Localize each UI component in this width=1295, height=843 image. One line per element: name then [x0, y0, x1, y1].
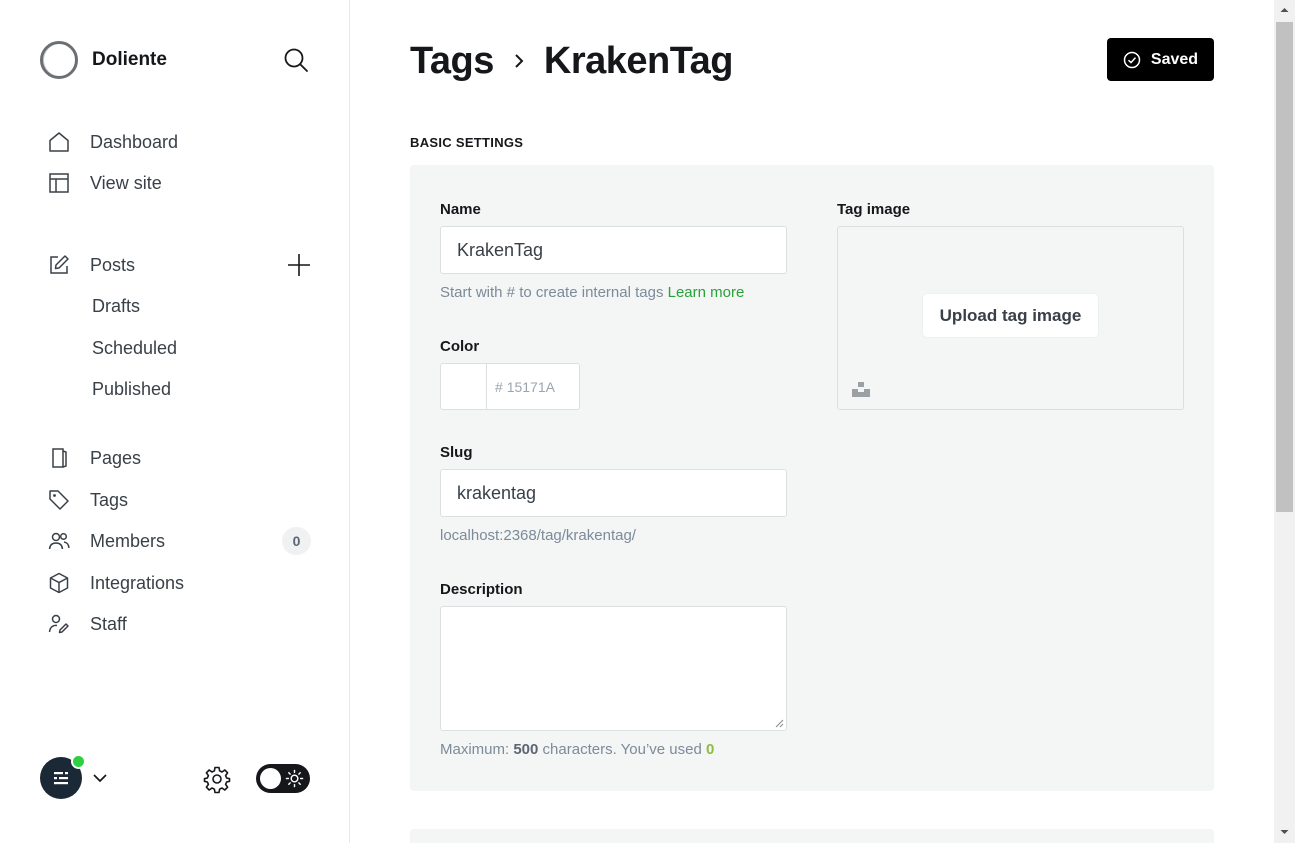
nav-tags[interactable]: Tags: [46, 485, 128, 515]
theme-toggle[interactable]: [256, 764, 310, 793]
nav-members-label: Members: [90, 530, 166, 551]
save-button-label: Saved: [1150, 50, 1199, 68]
color-hash: #: [495, 378, 503, 395]
next-settings-panel: [410, 829, 1214, 843]
name-label: Name: [440, 201, 481, 218]
unsplash-icon[interactable]: [852, 380, 870, 398]
slug-label: Slug: [440, 444, 473, 461]
tag-image-label: Tag image: [837, 201, 911, 218]
desc-hint-max: 500: [513, 741, 539, 758]
upload-tag-image-button[interactable]: Upload tag image: [923, 294, 1098, 337]
nav-staff[interactable]: Staff: [46, 609, 127, 639]
page-title: KrakenTag: [543, 39, 734, 82]
nav-posts-label: Posts: [90, 254, 136, 275]
sidebar: Doliente Dashboard View site Posts Draft…: [0, 0, 350, 843]
slug-input[interactable]: krakentag: [440, 469, 787, 517]
slug-url: localhost:2368/tag/krakentag/: [440, 527, 636, 544]
desc-hint-prefix: Maximum:: [440, 741, 510, 758]
description-hint: Maximum: 500 characters. You’ve used 0: [440, 741, 714, 758]
section-label-basic-settings: BASIC SETTINGS: [410, 135, 524, 150]
desc-hint-used: 0: [706, 741, 715, 758]
site-brand[interactable]: Doliente: [40, 40, 167, 80]
color-input[interactable]: # 15171A: [486, 363, 580, 410]
nav-members[interactable]: Members: [46, 526, 165, 556]
page-header: Tags KrakenTag: [410, 36, 733, 86]
nav-view-site[interactable]: View site: [46, 168, 162, 198]
nav-staff-label: Staff: [90, 613, 127, 634]
check-circle-icon: [1123, 51, 1141, 68]
layout-icon: [46, 170, 72, 196]
color-label: Color: [440, 338, 480, 355]
sun-icon: [285, 769, 304, 788]
members-icon: [46, 528, 72, 554]
save-button[interactable]: Saved: [1107, 38, 1214, 81]
nav-integrations[interactable]: Integrations: [46, 568, 184, 598]
name-hint-text: Start with # to create internal tags: [440, 284, 664, 301]
description-label: Description: [440, 581, 523, 598]
staff-icon: [46, 611, 72, 637]
edit-icon: [46, 252, 72, 278]
name-hint: Start with # to create internal tags Lea…: [440, 284, 744, 301]
page-icon: [46, 445, 72, 471]
scroll-down-arrow-icon[interactable]: [1277, 826, 1292, 838]
scroll-up-arrow-icon[interactable]: [1277, 4, 1292, 16]
nav-drafts[interactable]: Drafts: [92, 292, 140, 320]
breadcrumb-tags[interactable]: Tags: [410, 40, 494, 83]
gear-icon[interactable]: [202, 764, 232, 794]
nav-pages[interactable]: Pages: [46, 443, 141, 473]
online-status-dot: [71, 754, 86, 769]
search-icon[interactable]: [282, 46, 310, 74]
tag-icon: [46, 487, 72, 513]
nav-pages-label: Pages: [90, 447, 142, 468]
learn-more-link[interactable]: Learn more: [668, 284, 745, 301]
chevron-right-icon: [504, 46, 534, 76]
nav-scheduled[interactable]: Scheduled: [92, 334, 177, 362]
name-input[interactable]: KrakenTag: [440, 226, 787, 274]
resize-grip-icon[interactable]: [774, 718, 784, 728]
members-count-badge: 0: [282, 527, 311, 555]
nav-posts[interactable]: Posts: [46, 250, 135, 280]
nav-integrations-label: Integrations: [90, 572, 185, 593]
toggle-knob: [260, 768, 281, 789]
chevron-down-icon[interactable]: [90, 768, 110, 788]
color-swatch[interactable]: [440, 363, 487, 410]
nav-view-site-label: View site: [90, 172, 162, 193]
add-post-icon[interactable]: [286, 252, 312, 278]
nav-tags-label: Tags: [90, 489, 129, 510]
cube-icon: [46, 570, 72, 596]
site-name: Doliente: [92, 49, 167, 70]
description-textarea[interactable]: [440, 606, 787, 731]
nav-dashboard[interactable]: Dashboard: [46, 127, 178, 157]
site-logo: [40, 41, 78, 79]
scrollbar-thumb[interactable]: [1276, 22, 1293, 512]
color-placeholder: 15171A: [506, 378, 555, 395]
nav-dashboard-label: Dashboard: [90, 131, 179, 152]
desc-hint-mid: characters. You’ve used: [542, 741, 702, 758]
home-icon: [46, 129, 72, 155]
nav-published[interactable]: Published: [92, 375, 171, 403]
ghost-logo-icon: [54, 772, 68, 785]
